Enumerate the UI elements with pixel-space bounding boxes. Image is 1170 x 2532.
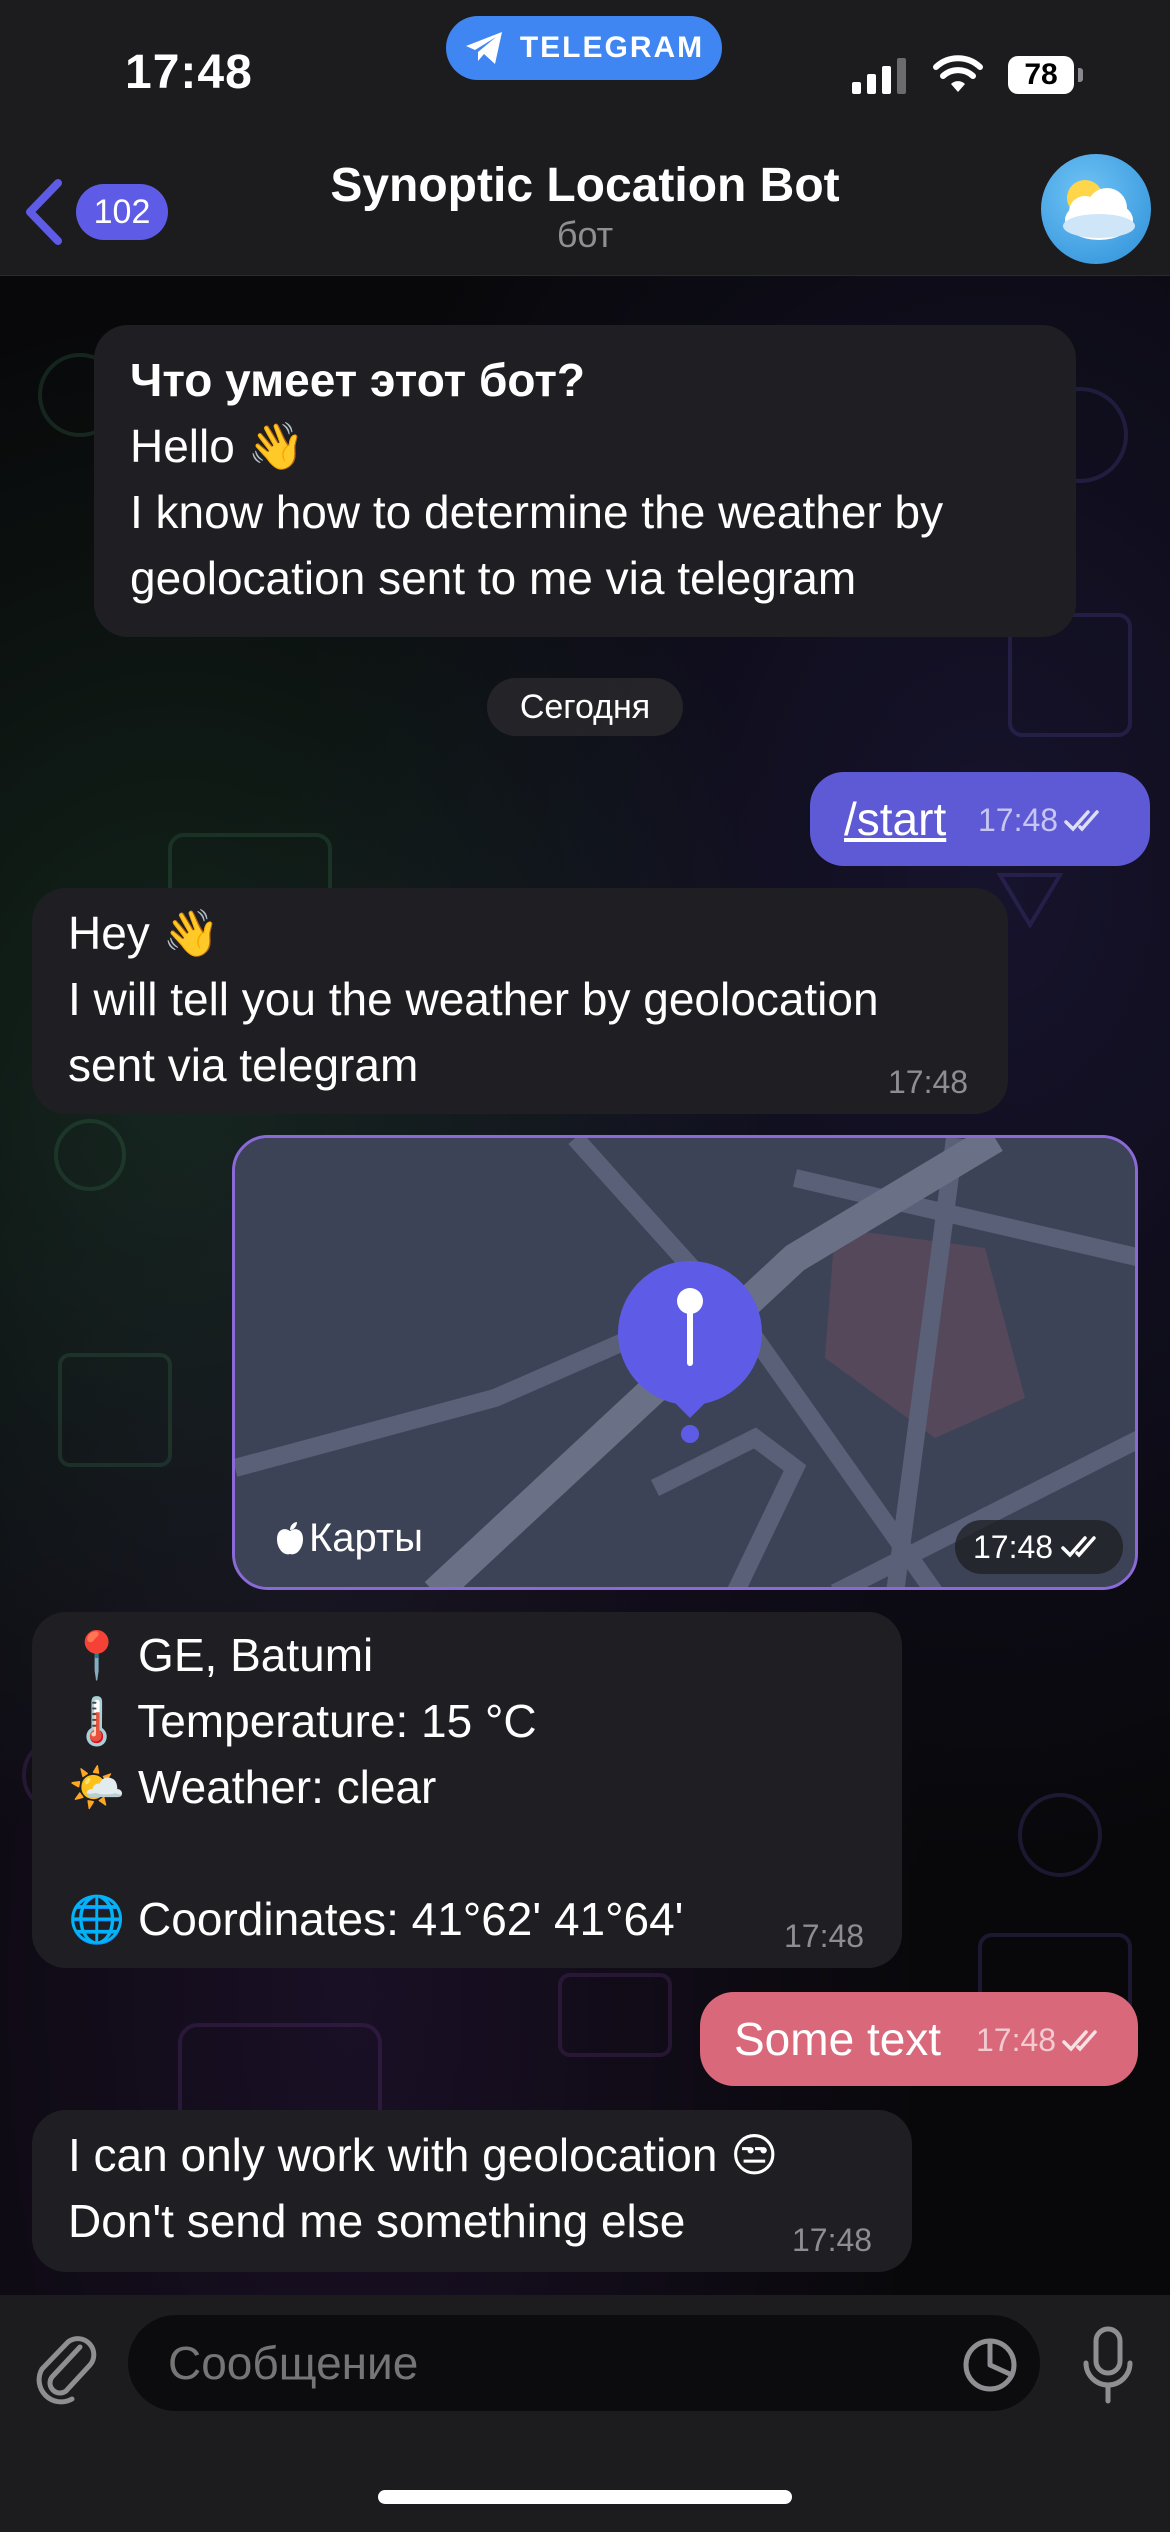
maps-brand: Карты <box>275 1516 423 1561</box>
weather-blank-line <box>68 1820 866 1886</box>
telegram-pill-label: TELEGRAM <box>519 31 705 64</box>
message-meta: 17:48 <box>978 802 1108 839</box>
double-check-icon <box>1064 809 1099 832</box>
message-time: 17:48 <box>978 802 1059 838</box>
message-incoming-hey: Hey 👋 I will tell you the weather by geo… <box>32 888 1008 1114</box>
weather-location-line: 📍 GE, Batumi <box>68 1629 374 1681</box>
maps-brand-label: Карты <box>309 1516 423 1560</box>
intro-heading: Что умеет этот бот? <box>130 354 585 406</box>
home-indicator[interactable] <box>378 2490 792 2504</box>
battery-indicator: 78 <box>1008 56 1074 94</box>
message-time: 17:48 <box>888 1064 969 1100</box>
message-time: 17:48 <box>784 1918 865 1954</box>
weather-coordinates-line: 🌐 Coordinates: 41°62' 41°64' <box>68 1893 684 1945</box>
message-input[interactable] <box>166 2335 950 2391</box>
chat-header: 102 Synoptic Location Bot бот <box>0 150 1170 276</box>
chat-subtitle: бот <box>556 214 614 255</box>
wifi-icon <box>933 55 983 92</box>
weather-condition-line: 🌤️ Weather: clear <box>68 1761 437 1813</box>
apple-logo-icon <box>277 1521 303 1554</box>
microphone-icon[interactable] <box>1080 2325 1136 2407</box>
message-time: 17:48 <box>792 2222 873 2258</box>
message-time: 17:48 <box>976 2022 1057 2058</box>
message-incoming-weather: 📍 GE, Batumi 🌡️ Temperature: 15 °C 🌤️ We… <box>32 1612 902 1968</box>
double-check-icon <box>1062 2029 1097 2052</box>
bot-avatar[interactable] <box>1041 154 1151 264</box>
paperclip-icon[interactable] <box>30 2325 100 2405</box>
message-input-container[interactable] <box>128 2315 1040 2411</box>
sticker-icon[interactable] <box>960 2335 1020 2395</box>
location-message[interactable]: Карты 17:48 <box>232 1135 1138 1590</box>
cellular-signal-icon <box>852 58 906 94</box>
chat-title[interactable]: Synoptic Location Bot <box>0 158 1170 213</box>
telegram-plane-icon <box>465 32 502 64</box>
message-outgoing-start[interactable]: /start 17:48 <box>810 772 1150 866</box>
battery-tip <box>1078 68 1083 82</box>
weather-temperature-line: 🌡️ Temperature: 15 °C <box>68 1695 537 1747</box>
date-separator: Сегодня <box>487 678 683 736</box>
status-bar: 17:48 TELEGRAM 78 <box>0 0 1170 150</box>
message-outgoing-some-text[interactable]: Some text 17:48 <box>700 1992 1138 2086</box>
status-time: 17:48 <box>125 46 253 99</box>
message-meta: 17:48 <box>955 1520 1124 1574</box>
weather-cloud-icon <box>1063 180 1135 240</box>
bot-intro-card: Что умеет этот бот? Hello 👋 I know how t… <box>94 325 1076 637</box>
double-check-icon <box>1061 1536 1096 1558</box>
message-text: I can only work with geolocation 😒 Don't… <box>68 2129 779 2247</box>
intro-body: Hello 👋 I know how to determine the weat… <box>130 420 944 604</box>
message-meta: 17:48 <box>976 2022 1106 2059</box>
message-incoming-only-geo: I can only work with geolocation 😒 Don't… <box>32 2110 912 2272</box>
message-time: 17:48 <box>973 1528 1054 1565</box>
telegram-pill[interactable]: TELEGRAM <box>446 16 722 80</box>
message-text: Hey 👋 I will tell you the weather by geo… <box>68 907 879 1091</box>
